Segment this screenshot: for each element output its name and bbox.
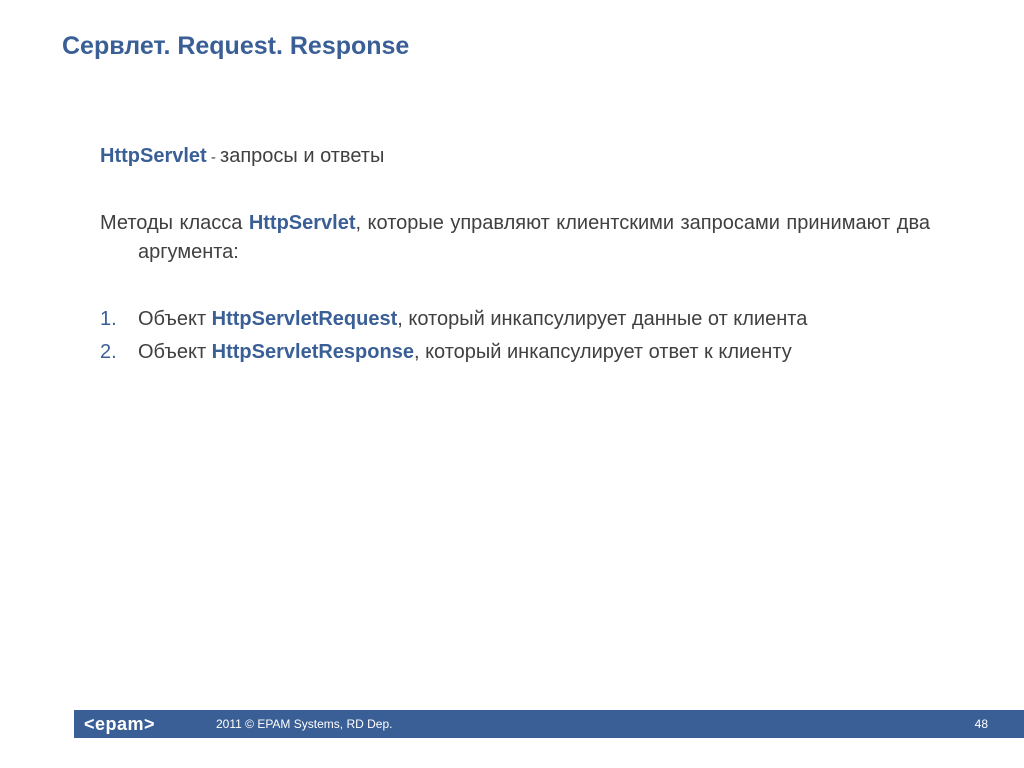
slide-title: Сервлет. Request. Response [62, 32, 409, 61]
logo: <epam> [74, 710, 167, 738]
list-pre: Объект [138, 308, 212, 330]
copyright: 2011 © EPAM Systems, RD Dep. [216, 710, 392, 738]
slide-content: HttpServlet - запросы и ответы Методы кл… [100, 142, 930, 371]
slide: Сервлет. Request. Response HttpServlet -… [0, 0, 1024, 768]
keyword-response: HttpServletResponse [212, 341, 414, 363]
list-post: , который инкапсулирует данные от клиент… [397, 308, 807, 330]
logo-text: <epam> [84, 714, 155, 735]
list-item: Объект HttpServletRequest, который инкап… [100, 305, 930, 334]
keyword-httpservlet-2: HttpServlet [249, 212, 356, 234]
keyword-request: HttpServletRequest [212, 308, 398, 330]
keyword-httpservlet: HttpServlet [100, 145, 207, 167]
footer: <epam> 2011 © EPAM Systems, RD Dep. 48 [0, 710, 1024, 738]
intro-paragraph: Методы класса HttpServlet, которые управ… [100, 209, 930, 267]
argument-list: Объект HttpServletRequest, который инкап… [100, 305, 930, 367]
para-pre: Методы класса [100, 212, 249, 234]
list-pre: Объект [138, 341, 212, 363]
dash: - [207, 149, 220, 166]
heading-rest: запросы и ответы [220, 145, 384, 167]
page-number: 48 [975, 710, 988, 738]
list-item: Объект HttpServletResponse, который инка… [100, 338, 930, 367]
heading-line: HttpServlet - запросы и ответы [100, 142, 930, 171]
list-post: , который инкапсулирует ответ к клиенту [414, 341, 792, 363]
